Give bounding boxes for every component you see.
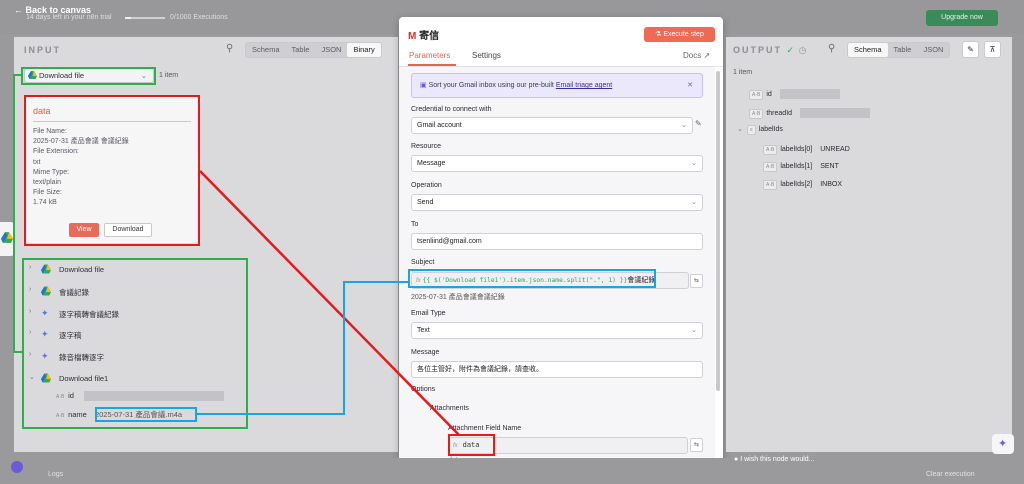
green-connector (13, 74, 22, 353)
annotation-connectors (13, 74, 460, 436)
red-connector (199, 170, 460, 436)
blue-connector (197, 281, 408, 415)
